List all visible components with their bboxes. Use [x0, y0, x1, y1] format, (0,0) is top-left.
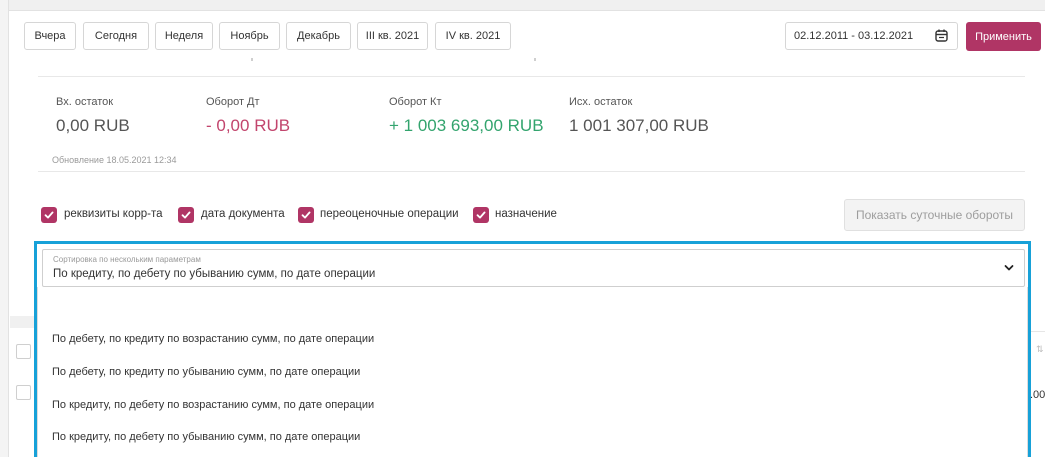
last-update-text: Обновление 18.05.2021 12:34 [52, 155, 177, 165]
period-button-week[interactable]: Неделя [155, 22, 213, 50]
sort-option-credit-debit-asc[interactable]: По кредиту, по дебету по возрастанию сум… [52, 399, 374, 411]
scroll-artifact [251, 58, 253, 61]
apply-button[interactable]: Применить [966, 22, 1041, 51]
date-range-value: 02.12.2011 - 03.12.2021 [794, 30, 914, 42]
sort-icon[interactable]: ⇅ [1036, 344, 1044, 355]
checkbox-counterparty-details[interactable] [41, 207, 57, 223]
checkbox-revaluation-operations[interactable] [298, 207, 314, 223]
check-icon [181, 211, 191, 219]
credit-turnover-label: Оборот Кт [389, 96, 442, 108]
check-icon [476, 211, 486, 219]
checkbox-counterparty-details-label[interactable]: реквизиты корр-та [64, 208, 163, 220]
window-left-edge [0, 0, 9, 457]
checkbox-document-date[interactable] [178, 207, 194, 223]
sort-option-credit-debit-desc[interactable]: По кредиту, по дебету по убыванию сумм, … [52, 431, 360, 443]
table-row-checkbox[interactable] [16, 385, 31, 400]
table-header-band [10, 316, 37, 328]
check-icon [44, 211, 54, 219]
debit-turnover-value: - 0,00 RUB [206, 116, 291, 135]
divider [1031, 331, 1045, 332]
table-select-all-checkbox[interactable] [16, 344, 31, 359]
sort-select-value: По кредиту, по дебету по убыванию сумм, … [53, 268, 376, 280]
sort-option-debit-credit-desc[interactable]: По дебету, по кредиту по убыванию сумм, … [52, 366, 360, 378]
show-daily-turnover-button[interactable]: Показать суточные обороты [844, 199, 1025, 231]
period-button-q3-2021[interactable]: III кв. 2021 [357, 22, 428, 50]
sort-select-caption: Сортировка по нескольким параметрам [53, 255, 201, 264]
checkbox-revaluation-operations-label[interactable]: переоценочные операции [320, 208, 459, 220]
credit-turnover-value: + 1 003 693,00 RUB [389, 116, 544, 135]
window-top-edge [0, 0, 1045, 11]
table-cell-amount-partial: .00 [1030, 389, 1045, 401]
period-button-yesterday[interactable]: Вчера [24, 22, 76, 50]
check-icon [301, 211, 311, 219]
sort-option-debit-credit-asc[interactable]: По дебету, по кредиту по возрастанию сум… [52, 333, 374, 345]
debit-turnover-label: Оборот Дт [206, 96, 260, 108]
period-button-today[interactable]: Сегодня [83, 22, 149, 50]
closing-balance-value: 1 001 307,00 RUB [569, 116, 709, 135]
checkbox-purpose-label[interactable]: назначение [495, 208, 557, 220]
divider [38, 171, 1025, 172]
divider [38, 76, 1025, 77]
date-range-field[interactable]: 02.12.2011 - 03.12.2021 [785, 22, 958, 50]
period-button-november[interactable]: Ноябрь [219, 22, 280, 50]
scroll-artifact [534, 58, 536, 61]
opening-balance-value: 0,00 RUB [56, 116, 130, 135]
checkbox-purpose[interactable] [473, 207, 489, 223]
period-button-q4-2021[interactable]: IV кв. 2021 [435, 22, 511, 50]
opening-balance-label: Вх. остаток [56, 96, 114, 108]
sort-select[interactable]: Сортировка по нескольким параметрам По к… [42, 249, 1025, 287]
closing-balance-label: Исх. остаток [569, 96, 633, 108]
sort-dropdown-menu: По дебету, по кредиту по возрастанию сум… [37, 287, 1028, 457]
chevron-down-icon[interactable] [1004, 264, 1014, 272]
period-button-december[interactable]: Декабрь [286, 22, 351, 50]
calendar-icon[interactable] [935, 29, 948, 42]
checkbox-document-date-label[interactable]: дата документа [201, 208, 285, 220]
